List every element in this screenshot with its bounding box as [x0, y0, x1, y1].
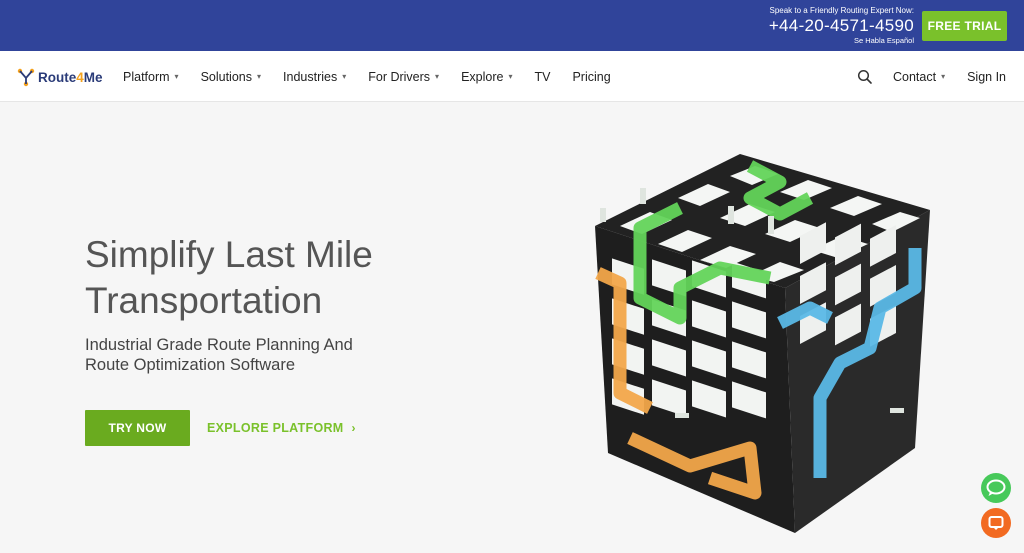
hero-subtitle: Industrial Grade Route Planning And Rout…	[85, 335, 405, 375]
chat-bubble-icon[interactable]	[981, 473, 1011, 503]
nav-item-tv[interactable]: TV	[534, 70, 550, 84]
chevron-down-icon: ▾	[941, 72, 946, 81]
hero-subtitle-line: Route Optimization Software	[85, 356, 296, 374]
explore-platform-link[interactable]: EXPLORE PLATFORM ›	[207, 410, 356, 446]
support-chat-icon[interactable]	[981, 508, 1011, 538]
top-bar: Speak to a Friendly Routing Expert Now: …	[0, 0, 1024, 51]
nav-item-for-drivers[interactable]: For Drivers ▾	[368, 70, 439, 84]
logo[interactable]: Route4Me	[16, 67, 103, 87]
nav-item-solutions[interactable]: Solutions ▾	[201, 70, 261, 84]
hero-title: Simplify Last Mile Transportation	[85, 232, 445, 324]
nav-item-explore[interactable]: Explore ▾	[461, 70, 512, 84]
logo-mark-icon	[16, 67, 36, 87]
logo-text: Route4Me	[38, 69, 103, 85]
chevron-down-icon: ▾	[342, 72, 347, 81]
spanish-text[interactable]: Se Habla Español	[769, 36, 914, 45]
hero-title-line: Transportation	[85, 280, 323, 321]
free-trial-button[interactable]: FREE TRIAL	[922, 11, 1007, 41]
nav-right: Contact ▾ Sign In	[857, 51, 1006, 102]
hero-subtitle-line: Industrial Grade Route Planning And	[85, 336, 353, 354]
main-nav: Route4Me Platform ▾ Solutions ▾ Industries…	[0, 51, 1024, 102]
try-now-button[interactable]: TRY NOW	[85, 410, 190, 446]
phone-number[interactable]: +44-20-4571-4590	[769, 16, 914, 36]
nav-menu: Platform ▾ Solutions ▾ Industries ▾ For Dri…	[123, 51, 633, 102]
search-icon[interactable]	[857, 69, 873, 85]
route-cube-illustration	[580, 148, 940, 538]
speak-text: Speak to a Friendly Routing Expert Now:	[769, 6, 914, 15]
chevron-down-icon: ▾	[257, 72, 262, 81]
nav-item-pricing[interactable]: Pricing	[572, 70, 610, 84]
chevron-down-icon: ▾	[435, 72, 440, 81]
chevron-right-icon: ›	[351, 421, 356, 435]
nav-item-industries[interactable]: Industries ▾	[283, 70, 346, 84]
chevron-down-icon: ▾	[508, 72, 513, 81]
nav-item-platform[interactable]: Platform ▾	[123, 70, 179, 84]
contact-block: Speak to a Friendly Routing Expert Now: …	[769, 6, 914, 45]
nav-item-contact[interactable]: Contact ▾	[893, 70, 945, 84]
chevron-down-icon: ▾	[174, 72, 179, 81]
sign-in-link[interactable]: Sign In	[967, 70, 1006, 84]
hero-title-line: Simplify Last Mile	[85, 234, 373, 275]
